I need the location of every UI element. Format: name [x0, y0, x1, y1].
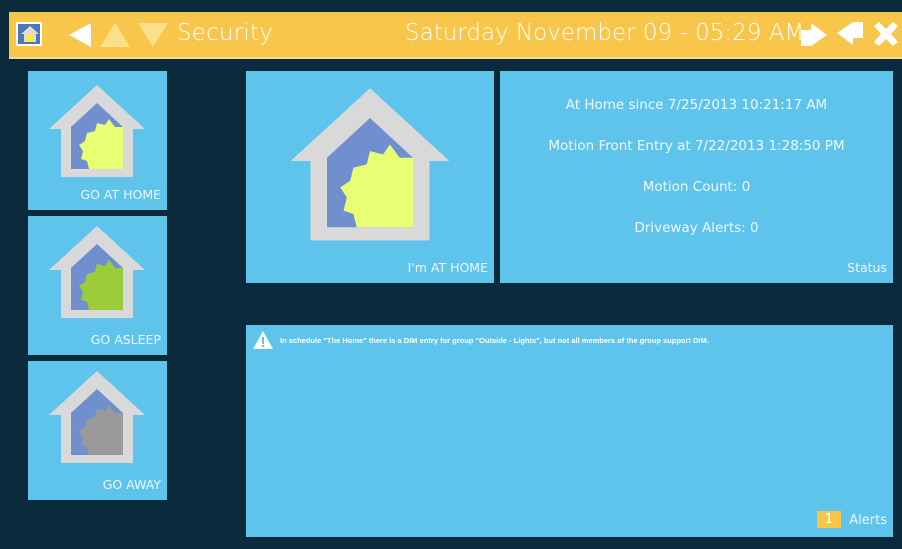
mode-label: GO ASLEEP — [90, 332, 161, 347]
house-gear-icon — [49, 85, 145, 177]
home-logo-icon[interactable] — [16, 22, 42, 46]
warning-icon — [253, 331, 273, 349]
share-arrow-icon[interactable] — [799, 20, 829, 48]
status-line: Driveway Alerts: 0 — [634, 220, 759, 236]
date-time: Saturday November 09 - 05:29 AM — [405, 20, 805, 46]
go-asleep-button[interactable]: GO ASLEEP — [28, 216, 167, 355]
go-at-home-button[interactable]: GO AT HOME — [28, 71, 167, 210]
alerts-panel[interactable]: In schedule "The Home" there is a DIM en… — [246, 325, 893, 537]
page-title: Security — [177, 20, 274, 46]
house-gear-icon — [49, 226, 145, 318]
house-gear-icon — [290, 88, 450, 241]
alert-message: In schedule "The Home" there is a DIM en… — [280, 336, 709, 345]
status-line: At Home since 7/25/2013 10:21:17 AM — [565, 97, 828, 113]
status-label: Status — [847, 260, 887, 275]
alerts-label: Alerts — [849, 513, 887, 528]
close-icon[interactable] — [871, 20, 901, 48]
alert-count-badge: 1 — [816, 511, 841, 528]
up-arrow-icon[interactable] — [99, 22, 131, 48]
back-arrow-icon[interactable] — [65, 22, 95, 48]
status-line: Motion Front Entry at 7/22/2013 1:28:50 … — [548, 138, 845, 154]
mode-label: GO AWAY — [102, 477, 161, 492]
mode-label: GO AT HOME — [80, 187, 161, 202]
current-mode-label: I'm AT HOME — [407, 260, 488, 275]
house-gear-icon — [49, 371, 145, 463]
current-mode-tile[interactable]: I'm AT HOME — [246, 71, 494, 283]
return-arrow-icon[interactable] — [835, 20, 865, 48]
go-away-button[interactable]: GO AWAY — [28, 361, 167, 500]
down-arrow-icon[interactable] — [137, 22, 169, 48]
status-line: Motion Count: 0 — [642, 179, 751, 195]
top-bar: Security Saturday November 09 - 05:29 AM — [9, 12, 902, 59]
status-panel: At Home since 7/25/2013 10:21:17 AM Moti… — [500, 71, 893, 283]
